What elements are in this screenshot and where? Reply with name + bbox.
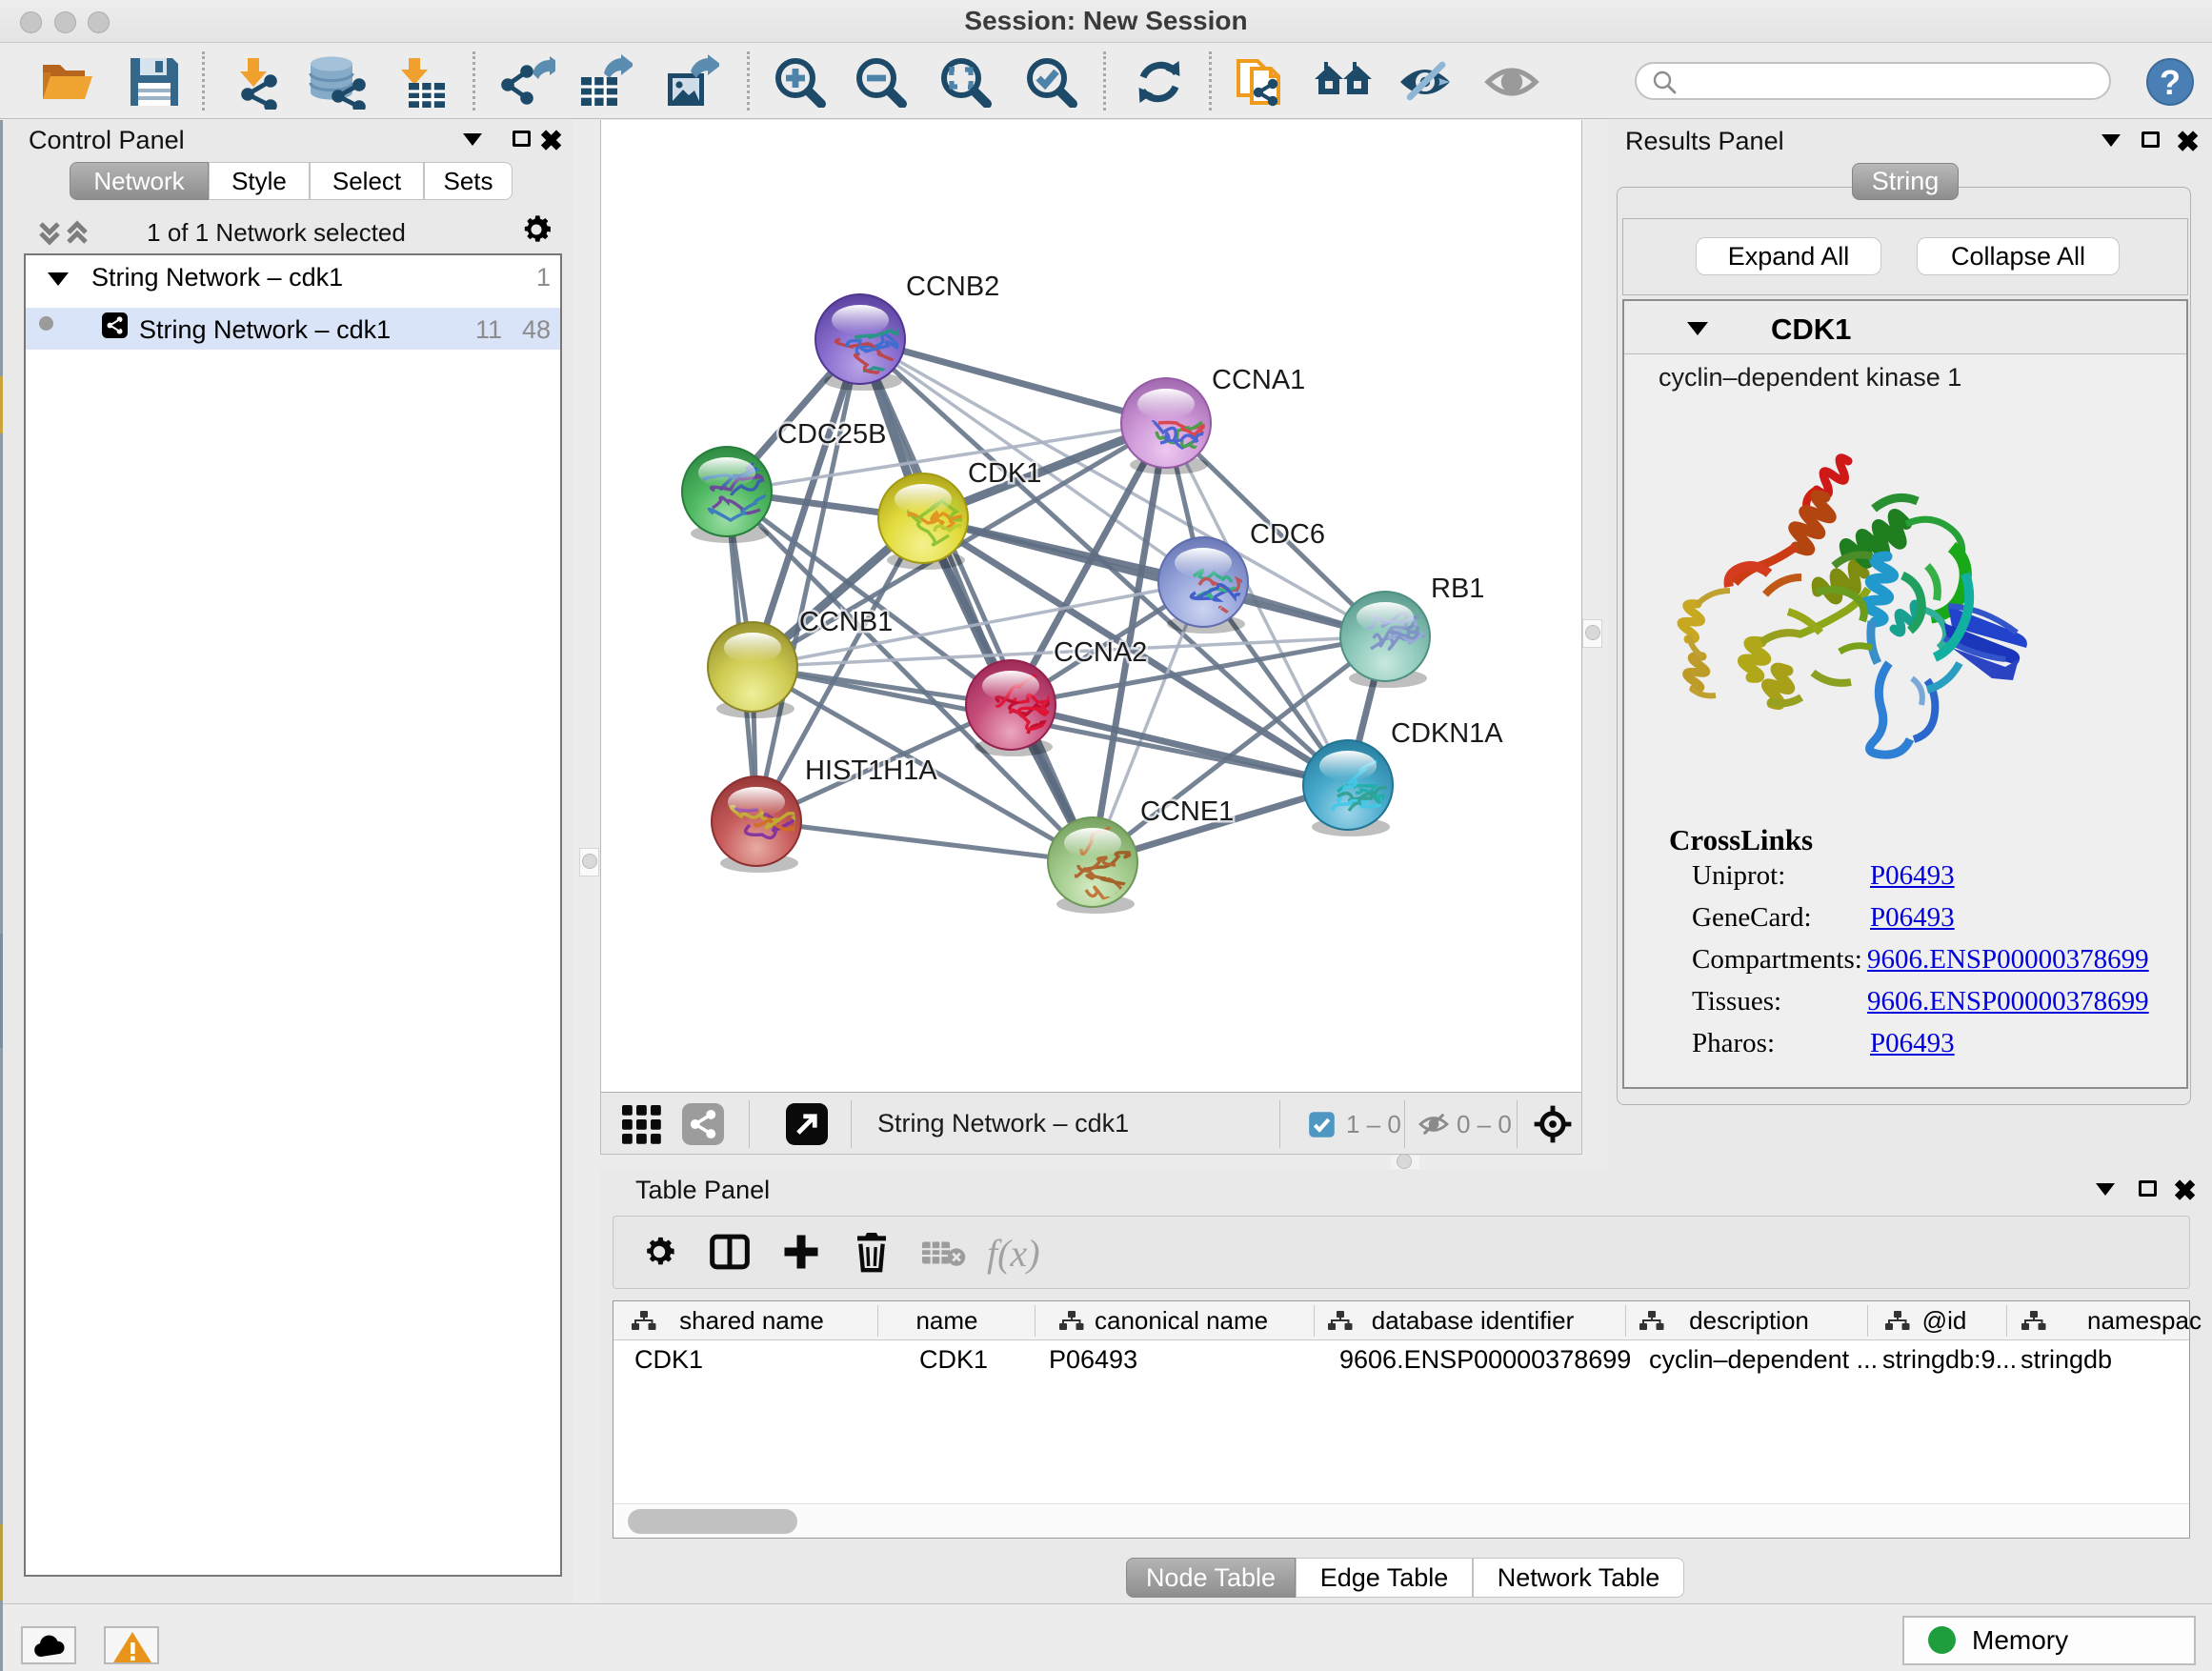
- svg-text:HIST1H1A: HIST1H1A: [805, 755, 937, 786]
- svg-text:?: ?: [2160, 63, 2181, 102]
- svg-text:CCNB2: CCNB2: [906, 272, 999, 302]
- svg-text:CDKN1A: CDKN1A: [1391, 718, 1503, 749]
- svg-text:CDC25B: CDC25B: [777, 419, 886, 450]
- svg-text:CDC6: CDC6: [1250, 519, 1325, 550]
- svg-text:CCNA2: CCNA2: [1054, 637, 1147, 668]
- svg-text:CCNA1: CCNA1: [1212, 365, 1305, 395]
- svg-text:CDK1: CDK1: [968, 458, 1041, 489]
- svg-text:RB1: RB1: [1431, 574, 1484, 604]
- svg-text:CCNB1: CCNB1: [799, 607, 893, 637]
- svg-text:CCNE1: CCNE1: [1140, 796, 1234, 827]
